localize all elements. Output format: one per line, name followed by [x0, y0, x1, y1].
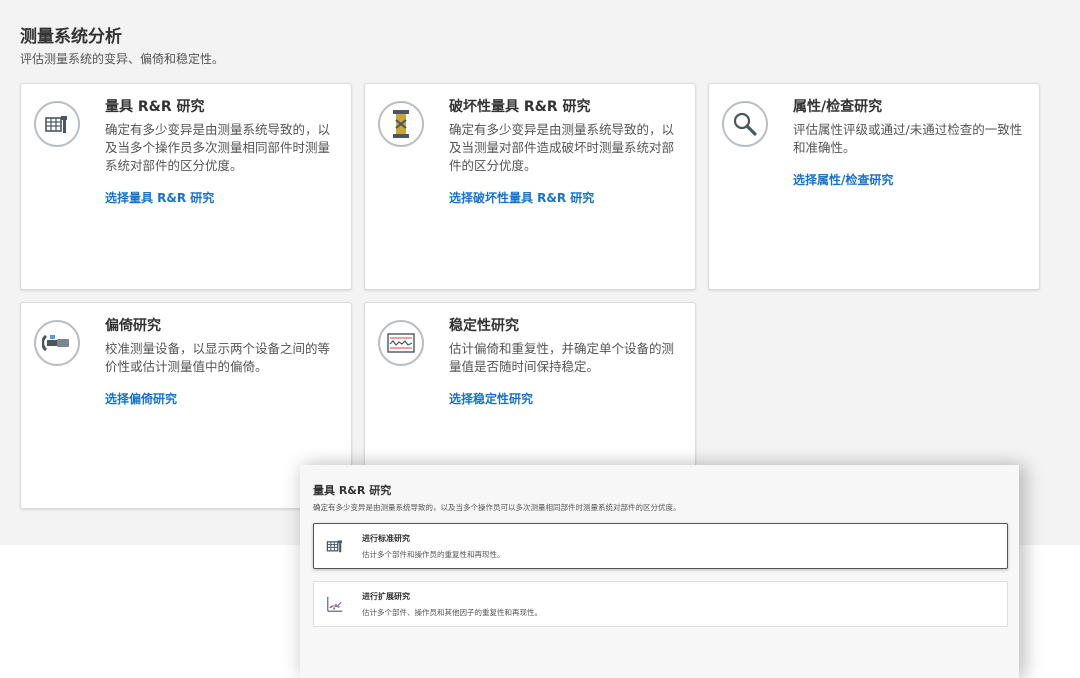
analysis-panel: 测量系统分析 评估测量系统的变异、偏倚和稳定性。 量具 R&R 研究 确定有多少…: [0, 0, 1080, 545]
standard-study-option[interactable]: 进行标准研究 估计多个部件和操作员的重复性和再现性。: [313, 523, 1008, 569]
gage-rr-options-panel: 量具 R&R 研究 确定有多少变异是由测量系统导致的，以及当多个操作员可以多次测…: [300, 465, 1019, 678]
destructive-test-icon: [378, 101, 424, 147]
select-attribute-inspection-link[interactable]: 选择属性/检查研究: [793, 171, 893, 188]
page-subtitle: 评估测量系统的变异、偏倚和稳定性。: [20, 52, 225, 66]
magnifier-icon: [722, 101, 768, 147]
control-chart-icon: [378, 320, 424, 366]
card-destructive-gage-rr[interactable]: 破坏性量具 R&R 研究 确定有多少变异是由测量系统导致的，以及当测量对部件造成…: [364, 83, 696, 290]
card-title: 稳定性研究: [449, 318, 519, 334]
card-title: 属性/检查研究: [793, 99, 883, 115]
gauge-table-icon: [34, 101, 80, 147]
panel-title: 量具 R&R 研究: [313, 484, 392, 497]
option-description: 估计多个部件和操作员的重复性和再现性。: [362, 550, 505, 559]
card-description: 校准测量设备，以显示两个设备之间的等价性或估计测量值中的偏倚。: [105, 341, 331, 374]
option-title: 进行标准研究: [362, 534, 410, 543]
scatter-plot-icon: [326, 595, 344, 613]
option-title: 进行扩展研究: [362, 592, 410, 601]
card-description: 估计偏倚和重复性，并确定单个设备的测量值是否随时间保持稳定。: [449, 341, 675, 374]
card-title: 量具 R&R 研究: [105, 99, 205, 115]
select-gage-rr-link[interactable]: 选择量具 R&R 研究: [105, 189, 214, 206]
card-title: 偏倚研究: [105, 318, 161, 334]
panel-description: 确定有多少变异是由测量系统导致的，以及当多个操作员可以多次测量相同部件时测量系统…: [313, 503, 681, 512]
page-title: 测量系统分析: [20, 27, 122, 47]
select-bias-link[interactable]: 选择偏倚研究: [105, 390, 177, 407]
select-stability-link[interactable]: 选择稳定性研究: [449, 390, 533, 407]
card-description: 确定有多少变异是由测量系统导致的，以及当多个操作员多次测量相同部件时测量系统对部…: [105, 122, 331, 173]
option-description: 估计多个部件、操作员和其他因子的重复性和再现性。: [362, 608, 542, 617]
micrometer-icon: [34, 320, 80, 366]
expanded-study-option[interactable]: 进行扩展研究 估计多个部件、操作员和其他因子的重复性和再现性。: [313, 581, 1008, 627]
gauge-table-icon: [326, 537, 344, 555]
card-description: 确定有多少变异是由测量系统导致的，以及当测量对部件造成破坏时测量系统对部件的区分…: [449, 122, 675, 173]
card-title: 破坏性量具 R&R 研究: [449, 99, 591, 115]
select-destructive-gage-rr-link[interactable]: 选择破坏性量具 R&R 研究: [449, 189, 594, 206]
card-description: 评估属性评级或通过/未通过检查的一致性和准确性。: [793, 122, 1023, 155]
card-attribute-inspection[interactable]: 属性/检查研究 评估属性评级或通过/未通过检查的一致性和准确性。 选择属性/检查…: [708, 83, 1040, 290]
card-gage-rr[interactable]: 量具 R&R 研究 确定有多少变异是由测量系统导致的，以及当多个操作员多次测量相…: [20, 83, 352, 290]
